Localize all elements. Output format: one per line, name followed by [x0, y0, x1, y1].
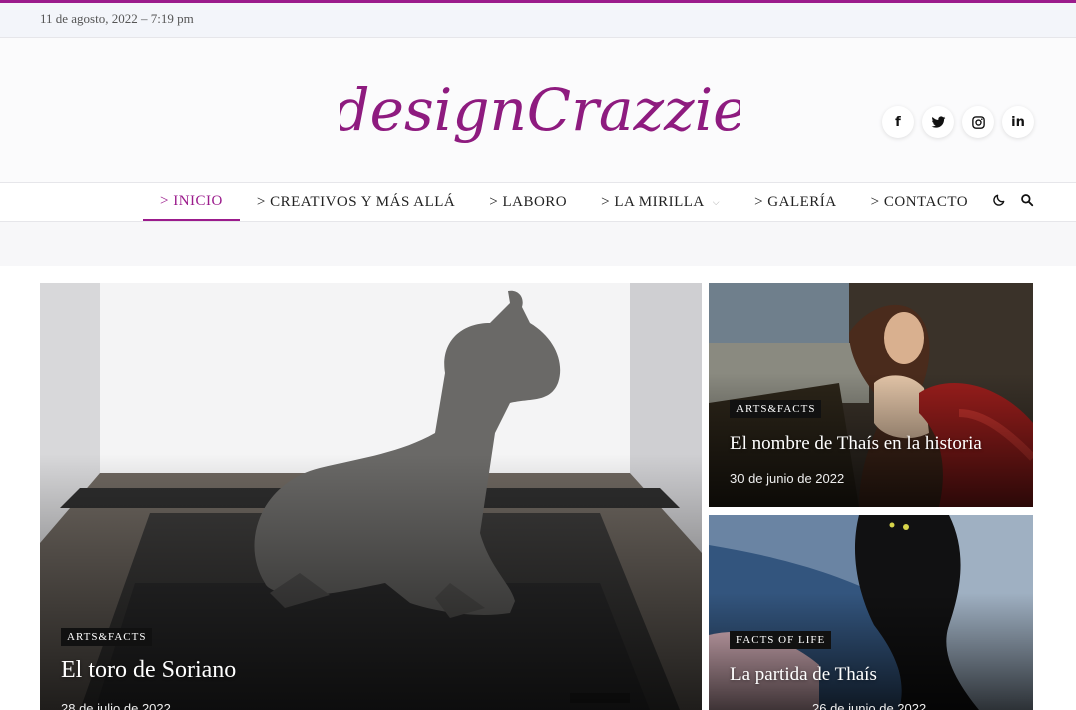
instagram-icon[interactable] — [962, 106, 994, 138]
post-title[interactable]: El nombre de Thaís en la historia — [730, 433, 982, 455]
linkedin-icon[interactable]: in — [1002, 106, 1034, 138]
dark-mode-icon[interactable] — [992, 193, 1006, 211]
featured-post-thais[interactable]: ARTS&FACTS El nombre de Thaís en la hist… — [709, 283, 1033, 507]
chevron-down-icon: ⌵ — [712, 196, 721, 207]
post-date: 28 de julio de 2022 — [61, 701, 171, 710]
post-date: 26 de junio de 2022 — [812, 701, 927, 710]
nav-item-galeria[interactable]: > GALERÍA — [737, 183, 854, 221]
post-title[interactable]: La partida de Thaís — [730, 664, 877, 686]
image-gradient — [709, 593, 1033, 710]
nav-item-creativos[interactable]: > CREATIVOS Y MÁS ALLÁ — [240, 183, 472, 221]
post-title[interactable]: El toro de Soriano — [61, 657, 236, 684]
category-badge[interactable]: ARTS&FACTS — [61, 628, 153, 646]
site-logo[interactable]: designCrazzie — [340, 52, 740, 162]
site-header: designCrazzie f in — [0, 38, 1076, 182]
featured-post-partida[interactable]: FACTS OF LIFE La partida de Thaís 26 de … — [709, 515, 1033, 710]
search-icon[interactable] — [1020, 193, 1034, 211]
featured-post-main[interactable]: ARTS&FACTS El toro de Soriano 28 de juli… — [40, 283, 702, 710]
post-date: 30 de junio de 2022 — [730, 471, 845, 486]
nav-item-laboro[interactable]: > LABORO — [472, 183, 584, 221]
category-badge[interactable]: FACTS OF LIFE — [730, 631, 832, 649]
category-badge[interactable]: ARTS&FACTS — [730, 400, 822, 418]
nav-item-la-mirilla[interactable]: > LA MIRILLA ⌵ — [584, 183, 737, 221]
main-nav: > INICIO > CREATIVOS Y MÁS ALLÁ > LABORO… — [0, 182, 1076, 222]
svg-text:designCrazzie: designCrazzie — [340, 76, 740, 144]
current-date: 11 de agosto, 2022 – 7:19 pm — [40, 11, 194, 26]
twitter-icon[interactable] — [922, 106, 954, 138]
social-links: f in — [882, 106, 1034, 138]
facebook-icon[interactable]: f — [882, 106, 914, 138]
nav-item-inicio[interactable]: > INICIO — [143, 183, 240, 221]
nav-item-contacto[interactable]: > CONTACTO — [854, 183, 985, 221]
nav-item-label: > LA MIRILLA — [601, 193, 705, 210]
top-bar: 11 de agosto, 2022 – 7:19 pm — [0, 0, 1076, 38]
